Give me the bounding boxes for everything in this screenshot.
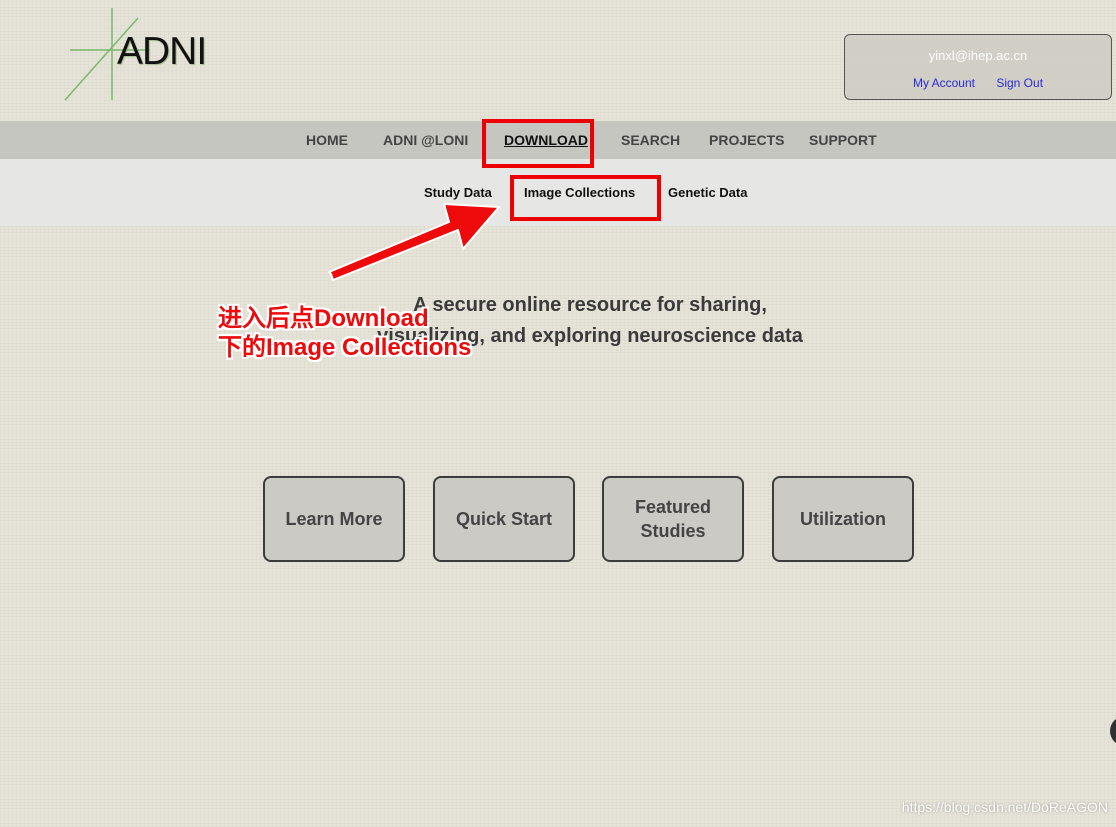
utilization-label: Utilization <box>800 509 886 529</box>
learn-more-button[interactable]: Learn More <box>263 476 405 562</box>
learn-more-label: Learn More <box>285 509 383 529</box>
featured-studies-button[interactable]: Featured Studies <box>602 476 744 562</box>
watermark-text: https://blog.csdn.net/DoReAGON <box>901 799 1108 815</box>
featured-studies-label-line2: Studies <box>640 521 706 541</box>
annotation-text: 进入后点Download 下的Image Collections <box>218 304 471 362</box>
quick-start-button[interactable]: Quick Start <box>433 476 575 562</box>
featured-studies-label-line1: Featured <box>634 497 712 517</box>
utilization-button[interactable]: Utilization <box>772 476 914 562</box>
annotation-line1: 进入后点Download <box>218 305 429 332</box>
annotation-line2: 下的Image Collections <box>218 334 472 361</box>
quick-start-label: Quick Start <box>455 509 553 529</box>
red-arrow-icon <box>328 203 500 281</box>
